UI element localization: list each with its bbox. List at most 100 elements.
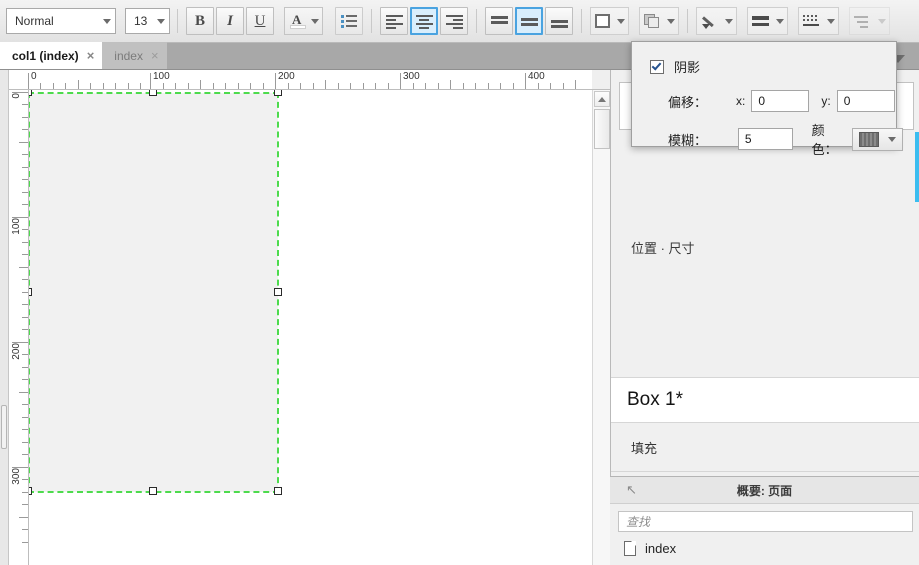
offset-row: 偏移： x: 0 y: 0 [668, 90, 895, 112]
color-label: 颜色： [812, 120, 848, 158]
fill-color-button[interactable] [590, 7, 629, 35]
layer-order-icon [644, 14, 660, 29]
chevron-down-icon [827, 19, 835, 24]
underline-button[interactable]: U [246, 7, 274, 35]
ruler-label: 400 [528, 71, 545, 82]
toolbar-separator [687, 9, 688, 33]
resize-handle-top-center[interactable] [149, 90, 157, 96]
blur-label: 模糊： [668, 130, 726, 149]
resize-handle-bottom-left[interactable] [29, 487, 32, 495]
bullet-list-icon [341, 15, 357, 27]
tab-col1-index[interactable]: col1 (index) × [0, 42, 102, 69]
bold-label: B [195, 13, 205, 30]
resize-handle-middle-left[interactable] [29, 288, 32, 296]
align-center-button[interactable] [410, 7, 438, 35]
offset-x-input[interactable]: 0 [751, 90, 809, 112]
chevron-down-icon [776, 19, 784, 24]
blur-value: 5 [745, 132, 752, 146]
font-color-button[interactable]: A [284, 7, 323, 35]
ruler-label: 200 [11, 343, 22, 360]
align-left-icon [386, 15, 403, 28]
chevron-down-icon [888, 137, 896, 142]
design-canvas[interactable] [29, 90, 592, 565]
resize-handle-top-right[interactable] [274, 90, 282, 96]
text-align-group [379, 7, 469, 35]
text-style-group: B I U [185, 7, 275, 35]
valign-middle-button[interactable] [515, 7, 543, 35]
resize-handle-bottom-right[interactable] [274, 487, 282, 495]
toolbar-separator [177, 9, 178, 33]
bullet-list-button[interactable] [335, 7, 363, 35]
layer-order-button[interactable] [639, 7, 679, 35]
align-right-button[interactable] [440, 7, 468, 35]
chevron-down-icon [725, 19, 733, 24]
paragraph-style-dropdown[interactable]: Normal [6, 8, 116, 34]
align-left-button[interactable] [380, 7, 408, 35]
shadow-color-dropdown[interactable] [852, 128, 903, 151]
outline-item-index[interactable]: index [624, 541, 676, 556]
valign-bottom-button[interactable] [545, 7, 573, 35]
border-style-button[interactable] [798, 7, 839, 35]
italic-button[interactable]: I [216, 7, 244, 35]
outline-search-input[interactable]: 查找 [618, 511, 913, 532]
font-color-icon: A [289, 12, 307, 31]
tab-index[interactable]: index × [102, 42, 166, 69]
offset-label: 偏移： [668, 92, 730, 111]
shadow-enable-row[interactable]: 阴影 [650, 57, 700, 76]
paragraph-style-value: Normal [15, 14, 54, 28]
close-icon[interactable]: × [87, 49, 95, 62]
outline-panel: ↖ 概要: 页面 查找 index [610, 476, 919, 565]
selected-object-title: Box 1* [611, 378, 919, 422]
border-style-icon [803, 15, 819, 28]
font-size-dropdown[interactable]: 13 [125, 8, 170, 34]
property-label: 填充 [631, 438, 657, 457]
canvas-vertical-scrollbar[interactable] [592, 90, 610, 565]
ruler-corner [592, 70, 610, 90]
offset-y-input[interactable]: 0 [837, 90, 895, 112]
shadow-label: 阴影 [674, 57, 700, 76]
align-center-icon [416, 15, 433, 28]
valign-top-icon [491, 15, 508, 28]
left-panel-collapsed-strip[interactable] [0, 70, 9, 565]
outline-title: 概要: 页面 [610, 482, 919, 499]
valign-bottom-icon [551, 15, 568, 28]
vertical-ruler: 0 100 200 300 [9, 90, 29, 565]
chevron-down-icon [157, 19, 165, 24]
panel-accent-bar [915, 132, 919, 202]
bold-button[interactable]: B [186, 7, 214, 35]
fill-color-icon [595, 14, 610, 28]
offset-y-label: y: [821, 94, 830, 108]
scrollbar-thumb[interactable] [594, 109, 610, 149]
blur-color-row: 模糊： 5 颜色： [668, 120, 903, 158]
box-shape[interactable] [29, 93, 278, 492]
resize-handle-top-left[interactable] [29, 90, 32, 96]
toolbar-separator [476, 9, 477, 33]
shadow-checkbox[interactable] [650, 60, 664, 74]
chevron-down-icon [878, 19, 886, 24]
chevron-down-icon [311, 19, 319, 24]
tab-label: col1 (index) [12, 49, 79, 63]
ruler-label: 200 [278, 71, 295, 82]
valign-middle-icon [521, 15, 538, 28]
resize-handle-middle-right[interactable] [274, 288, 282, 296]
chevron-down-icon [617, 19, 625, 24]
scroll-up-arrow-icon[interactable] [594, 91, 610, 107]
outline-search-placeholder: 查找 [626, 513, 650, 530]
shadow-settings-popup: 阴影 偏移： x: 0 y: 0 模糊： 5 颜色： [631, 41, 897, 147]
valign-top-button[interactable] [485, 7, 513, 35]
panel-resize-handle[interactable] [1, 405, 7, 449]
list-style-button[interactable] [849, 7, 890, 35]
line-style-button[interactable] [747, 7, 788, 35]
resize-handle-bottom-center[interactable] [149, 487, 157, 495]
position-size-section-title: 位置 · 尺寸 [631, 238, 695, 257]
vertical-align-group [484, 7, 574, 35]
formatting-toolbar: Normal 13 B I U A [0, 0, 919, 43]
property-row-fill[interactable]: 填充 [611, 423, 919, 471]
close-icon[interactable]: × [151, 49, 159, 62]
line-color-button[interactable] [696, 7, 737, 35]
blur-input[interactable]: 5 [738, 128, 793, 150]
ruler-label: 300 [11, 468, 22, 485]
offset-x-label: x: [736, 94, 745, 108]
pen-icon [701, 14, 718, 29]
toolbar-separator [581, 9, 582, 33]
